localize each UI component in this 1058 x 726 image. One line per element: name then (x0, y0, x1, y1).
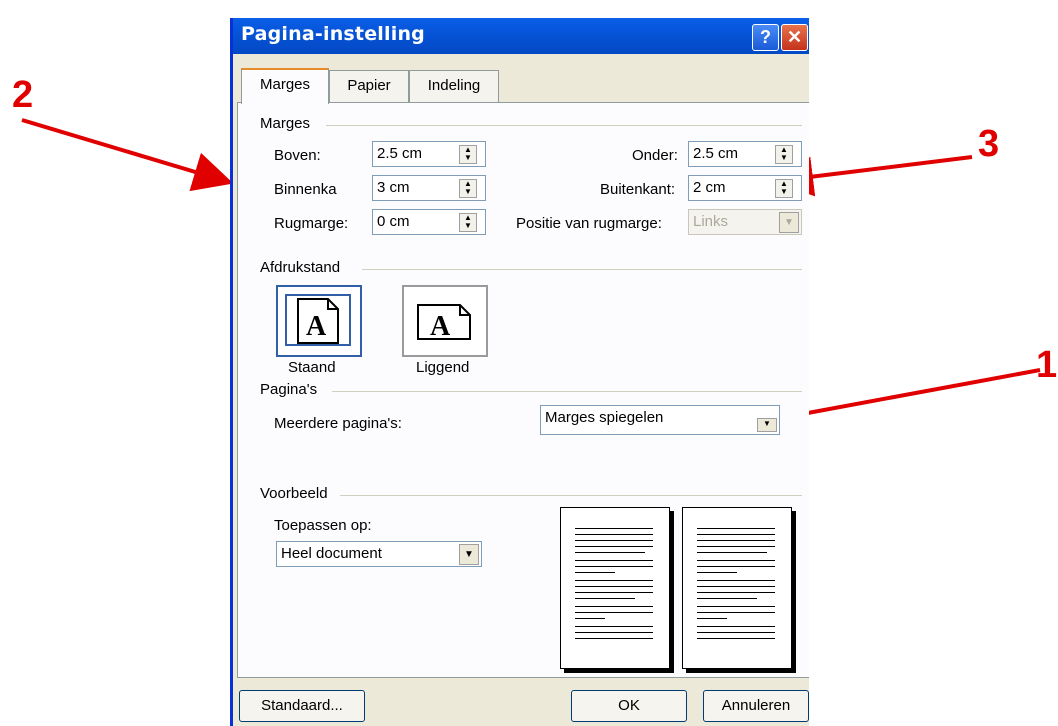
tab-papier[interactable]: Papier (329, 70, 409, 103)
binnenka-value: 3 cm (377, 179, 410, 196)
annotation-arrow-3 (773, 155, 973, 197)
onder-value: 2.5 cm (693, 145, 739, 162)
group-label-voorbeeld: Voorbeeld (260, 485, 328, 502)
onder-spinner[interactable]: 2.5 cm ▲ ▼ (688, 141, 802, 167)
spin-arrows-icon[interactable]: ▲ ▼ (459, 213, 477, 232)
ok-button[interactable]: OK (571, 690, 687, 722)
title-bar: Pagina-instelling ? ✕ (233, 18, 809, 54)
preview-page-left (560, 507, 670, 669)
group-divider (332, 391, 802, 392)
group-label-marges: Marges (260, 115, 311, 132)
toepassen-op-value: Heel document (281, 545, 382, 562)
chevron-down-icon[interactable]: ▼ (459, 544, 479, 565)
rugmarge-spinner[interactable]: 0 cm ▲ ▼ (372, 209, 486, 235)
page-landscape-icon: A (417, 304, 471, 342)
spin-arrows-icon[interactable]: ▲ ▼ (775, 179, 793, 198)
buitenkant-label: Buitenkant: (600, 181, 676, 198)
positie-rugmarge-value: Links (693, 213, 729, 230)
dialog-title: Pagina-instelling (241, 23, 425, 45)
boven-value: 2.5 cm (377, 145, 423, 162)
positie-rugmarge-label: Positie van rugmarge: (516, 215, 662, 232)
orientation-portrait-option[interactable]: A (276, 285, 362, 357)
buitenkant-spinner[interactable]: 2 cm ▲ ▼ (688, 175, 802, 201)
binnenka-spinner[interactable]: 3 cm ▲ ▼ (372, 175, 486, 201)
preview-page-right (682, 507, 792, 669)
staand-label: Staand (288, 359, 336, 376)
group-label-afdrukstand: Afdrukstand (260, 259, 341, 276)
onder-label: Onder: (632, 147, 678, 164)
tab-indeling[interactable]: Indeling (409, 70, 499, 103)
group-divider (326, 125, 802, 126)
liggend-label: Liggend (416, 359, 470, 376)
group-divider (362, 269, 802, 270)
annotation-arrow-2 (21, 118, 234, 192)
meerdere-paginas-select[interactable]: Marges spiegelen ▼ (540, 405, 780, 435)
group-divider (340, 495, 802, 496)
meerdere-paginas-value: Marges spiegelen (545, 409, 664, 426)
tab-panel-marges: Marges Boven: 2.5 cm ▲ ▼ Onder: 2.5 cm ▲ ▼… (237, 102, 809, 678)
positie-rugmarge-select: Links ▼ (688, 209, 802, 235)
standaard-button[interactable]: Standaard... (239, 690, 365, 722)
binnenka-label: Binnenka (274, 181, 337, 198)
annuleren-button[interactable]: Annuleren (703, 690, 809, 722)
chevron-down-icon: ▼ (779, 212, 799, 233)
tab-marges[interactable]: Marges (241, 68, 329, 104)
page-portrait-icon: A (285, 294, 351, 346)
spin-arrows-icon[interactable]: ▲ ▼ (459, 179, 477, 198)
rugmarge-label: Rugmarge: (274, 215, 349, 232)
orientation-glyph: A (430, 311, 451, 342)
orientation-landscape-option[interactable]: A (402, 285, 488, 357)
boven-spinner[interactable]: 2.5 cm ▲ ▼ (372, 141, 486, 167)
group-label-paginas: Pagina's (260, 381, 318, 398)
spin-arrows-icon[interactable]: ▲ ▼ (775, 145, 793, 164)
help-button[interactable]: ? (752, 24, 779, 51)
boven-label: Boven: (274, 147, 321, 164)
buitenkant-value: 2 cm (693, 179, 726, 196)
toepassen-op-select[interactable]: Heel document ▼ (276, 541, 482, 567)
rugmarge-value: 0 cm (377, 213, 410, 230)
meerdere-paginas-label: Meerdere pagina's: (274, 415, 402, 432)
close-button[interactable]: ✕ (781, 24, 808, 51)
chevron-down-icon[interactable]: ▼ (757, 418, 777, 432)
orientation-glyph: A (306, 311, 327, 342)
page-setup-dialog: Pagina-instelling ? ✕ Marges Papier Inde… (230, 18, 809, 726)
spin-arrows-icon[interactable]: ▲ ▼ (459, 145, 477, 164)
annotation-arrow-1 (758, 368, 1041, 435)
toepassen-op-label: Toepassen op: (274, 517, 372, 534)
